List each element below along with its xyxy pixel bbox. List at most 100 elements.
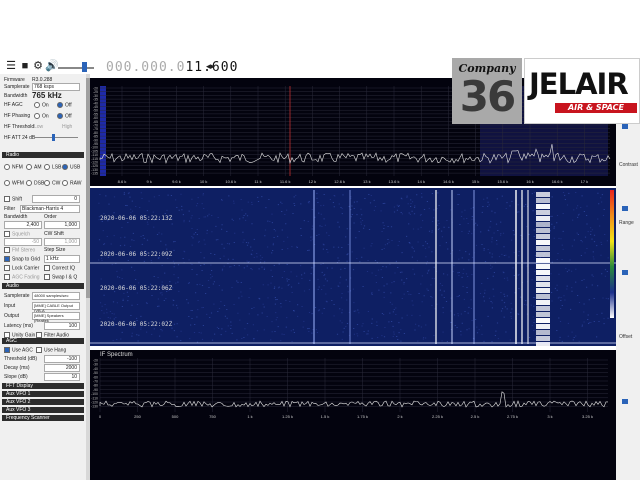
snap-checkbox[interactable]: Snap to Grid xyxy=(4,256,40,262)
stop-icon[interactable]: ■ xyxy=(19,60,31,72)
hf-threshold-high[interactable]: High xyxy=(62,124,72,130)
shift-input[interactable]: 0 xyxy=(32,195,80,203)
waterfall-noise-speck xyxy=(441,294,443,296)
contrast-slider-knob[interactable] xyxy=(622,206,628,211)
use-hang-label: Use Hang xyxy=(44,347,67,354)
aux-vfo-1-section-header[interactable]: Aux VFO 1 xyxy=(2,391,84,397)
mode-raw[interactable]: RAW xyxy=(62,180,81,186)
waterfall-noise-speck xyxy=(437,224,439,226)
waterfall-noise-speck xyxy=(111,313,113,314)
radio-icon xyxy=(34,113,40,119)
menu-icon[interactable]: ☰ xyxy=(5,60,17,72)
decay-input[interactable]: 2000 xyxy=(44,364,80,372)
volume-slider[interactable] xyxy=(58,67,94,69)
volume-slider-knob[interactable] xyxy=(82,62,87,72)
waterfall-noise-speck xyxy=(376,325,378,326)
hf-agc-off-radio[interactable]: Off xyxy=(57,102,72,108)
cw-shift-input[interactable]: 1,000 xyxy=(44,238,80,246)
speaker-icon[interactable]: 🔊 xyxy=(45,60,59,72)
waterfall-noise-speck xyxy=(501,308,504,310)
waterfall-noise-speck xyxy=(197,197,199,199)
samplerate-select[interactable]: 768 ksps xyxy=(32,83,80,91)
waterfall-noise-speck xyxy=(581,280,583,281)
gear-icon[interactable]: ⚙ xyxy=(32,60,44,72)
mode-usb[interactable]: USB xyxy=(62,164,80,170)
waterfall-noise-speck xyxy=(173,274,175,276)
shift-checkbox[interactable]: Shift xyxy=(4,196,22,202)
tune-arrows-icon[interactable]: ◂▸ xyxy=(206,61,215,72)
range-slider-knob[interactable] xyxy=(622,270,628,275)
output-select[interactable]: [MME] Speakers (Realtek xyxy=(32,312,80,323)
hf-threshold-low[interactable]: Low xyxy=(34,124,43,130)
squelch-input[interactable]: -50 xyxy=(4,238,42,246)
waterfall-noise-speck xyxy=(136,334,138,336)
agc-fading-checkbox[interactable]: AGC Fading xyxy=(4,274,40,280)
waterfall-panel[interactable]: 2020-06-06 05:22:13Z 2020-06-06 05:22:09… xyxy=(90,188,616,347)
waterfall-noise-speck xyxy=(572,339,574,341)
waterfall-noise-speck xyxy=(368,194,370,195)
waterfall-noise-speck xyxy=(203,208,205,209)
fft-display-section-header[interactable]: FFT Display xyxy=(2,383,84,389)
hf-att-slider-knob[interactable] xyxy=(52,134,55,141)
hf-phasing-off-radio[interactable]: Off xyxy=(57,113,72,119)
threshold-input[interactable]: -100 xyxy=(44,355,80,363)
aux-vfo-3-section-header[interactable]: Aux VFO 3 xyxy=(2,407,84,413)
waterfall-noise-speck xyxy=(580,207,582,208)
zoom-slider-knob[interactable] xyxy=(622,124,628,129)
waterfall-noise-speck xyxy=(550,273,552,275)
radio-section-header[interactable]: Radio xyxy=(2,152,84,158)
agc-section-header[interactable]: AGC xyxy=(2,338,84,344)
waterfall-noise-speck xyxy=(161,265,163,266)
step-size-select[interactable]: 1 kHz xyxy=(44,255,80,263)
aux-vfo-2-title: Aux VFO 2 xyxy=(6,399,31,405)
waterfall-noise-speck xyxy=(559,339,561,341)
waterfall-noise-speck xyxy=(465,273,468,275)
fm-stereo-checkbox[interactable]: FM Stereo xyxy=(4,247,35,253)
correct-iq-checkbox[interactable]: Correct IQ xyxy=(44,265,75,271)
latency-input[interactable]: 100 xyxy=(44,322,80,330)
order-input[interactable]: 1,000 xyxy=(44,221,80,229)
hf-phasing-on-radio[interactable]: On xyxy=(34,113,49,119)
mode-lsb[interactable]: LSB xyxy=(44,164,61,170)
input-select[interactable]: [MME] CABLE Output (VB-A xyxy=(32,302,80,313)
waterfall-noise-speck xyxy=(173,266,175,268)
waterfall-noise-speck xyxy=(561,259,563,260)
waterfall-noise-speck xyxy=(301,274,303,276)
use-hang-checkbox[interactable]: Use Hang xyxy=(36,347,66,353)
mode-nfm[interactable]: NFM xyxy=(4,164,23,170)
waterfall-noise-speck xyxy=(157,298,159,300)
waterfall-noise-speck xyxy=(397,206,400,207)
waterfall-strong-signal xyxy=(536,234,550,239)
swap-iq-checkbox[interactable]: Swap I & Q xyxy=(44,274,77,280)
mode-dsb[interactable]: DSB xyxy=(26,180,44,186)
audio-samplerate-select[interactable]: 48000 samples/sec xyxy=(32,292,80,300)
aux-vfo-2-section-header[interactable]: Aux VFO 2 xyxy=(2,399,84,405)
use-agc-checkbox[interactable]: Use AGC xyxy=(4,347,33,353)
mode-wfm[interactable]: WFM xyxy=(4,180,24,186)
waterfall-noise-speck xyxy=(173,249,175,251)
waterfall-noise-speck xyxy=(346,254,348,256)
frequency-display[interactable]: 000.000.011.600 xyxy=(106,60,238,75)
waterfall-noise-speck xyxy=(445,242,447,244)
offset-slider-knob[interactable] xyxy=(622,399,628,404)
filter-select[interactable]: Blackman-Harris 4 xyxy=(20,205,80,213)
bandwidth2-input[interactable]: 2,400 xyxy=(4,221,42,229)
waterfall-noise-speck xyxy=(105,195,107,197)
squelch-checkbox[interactable]: Squelch xyxy=(4,231,30,237)
waterfall-noise-speck xyxy=(320,205,322,207)
hf-agc-on-radio[interactable]: On xyxy=(34,102,49,108)
if-spectrum-panel[interactable]: -20 -30 -40 -50 -60 -70 -80 -90 -100 -110 -120 -130… xyxy=(90,350,616,480)
mode-am[interactable]: AM xyxy=(26,164,42,170)
frequency-scanner-section-header[interactable]: Frequency Scanner xyxy=(2,415,84,421)
waterfall-noise-speck xyxy=(438,228,440,229)
radio-icon xyxy=(44,180,50,186)
hf-att-slider[interactable] xyxy=(34,137,78,138)
mode-cw[interactable]: CW xyxy=(44,180,60,186)
waterfall-noise-speck xyxy=(221,289,223,291)
lock-carrier-checkbox[interactable]: Lock Carrier xyxy=(4,265,39,271)
audio-section-header[interactable]: Audio xyxy=(2,283,84,289)
waterfall-noise-speck xyxy=(481,211,483,213)
waterfall-noise-speck xyxy=(346,299,348,301)
waterfall-noise-speck xyxy=(175,199,177,201)
slope-input[interactable]: 10 xyxy=(44,373,80,381)
